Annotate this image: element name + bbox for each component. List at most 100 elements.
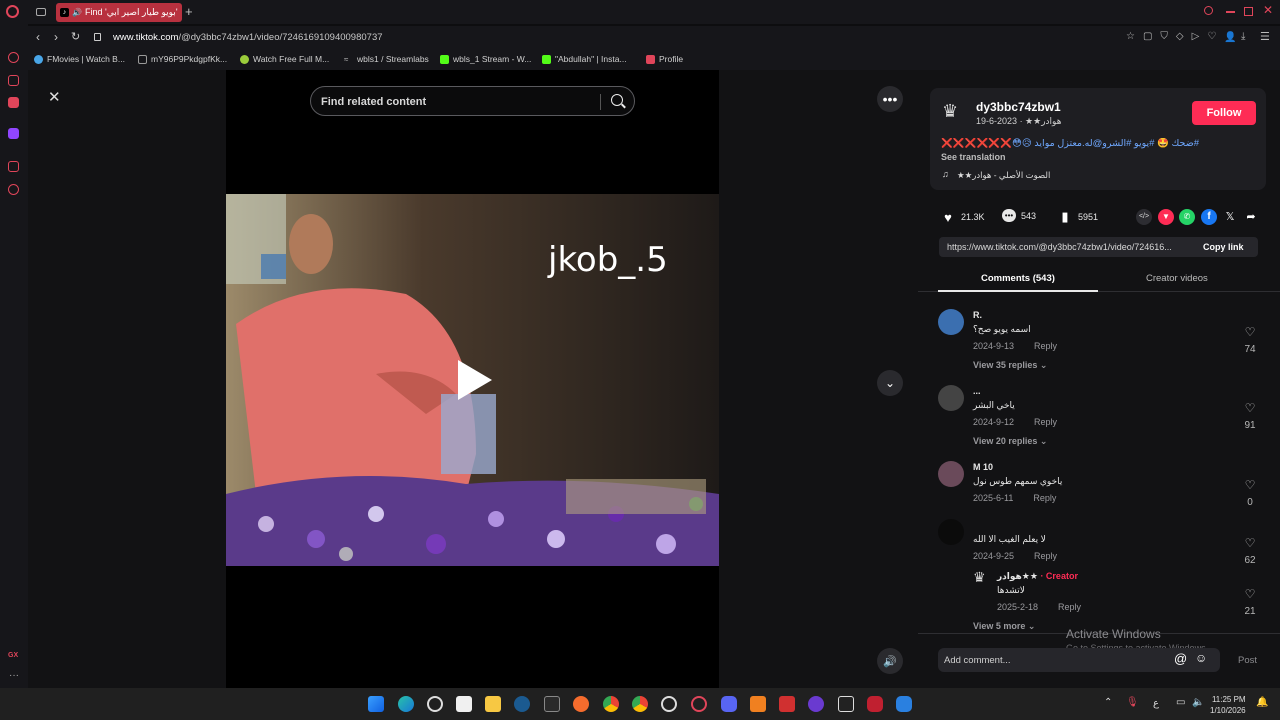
discord-icon[interactable] — [721, 696, 737, 712]
aria-icon[interactable] — [8, 75, 19, 86]
settings-gear-icon[interactable] — [427, 696, 443, 712]
edge-icon[interactable] — [398, 696, 414, 712]
bookmark-kick-stream[interactable]: wbls_1 Stream - W... — [440, 54, 531, 64]
comment-like[interactable]: ♡ 0 — [1238, 476, 1262, 508]
profile-icon[interactable]: 👤 — [1224, 32, 1236, 43]
settings-icon[interactable] — [8, 184, 19, 195]
close-video-icon[interactable]: ✕ — [48, 88, 61, 106]
back-icon[interactable]: ‹ — [36, 30, 40, 44]
app-blue-icon[interactable] — [896, 696, 912, 712]
creator-avatar[interactable]: ♛ — [973, 569, 986, 586]
comment-like[interactable]: ♡ 74 — [1238, 323, 1262, 355]
app-red-icon[interactable] — [779, 696, 795, 712]
commenter-name[interactable]: ... — [973, 386, 981, 396]
url-field[interactable]: www.tiktok.com/@dy3bbc74zbw1/video/72461… — [113, 32, 383, 43]
post-comment-button[interactable]: Post — [1238, 655, 1257, 666]
network-icon[interactable]: ▭ — [1176, 697, 1185, 708]
commenter-avatar[interactable] — [938, 519, 964, 545]
more-icon[interactable]: ··· — [9, 670, 19, 681]
gx-label[interactable]: GX — [8, 652, 18, 659]
origin-icon[interactable] — [573, 696, 589, 712]
tray-chevron-icon[interactable]: ⌃ — [1104, 697, 1112, 708]
tab-creator-videos[interactable]: Creator videos — [1146, 273, 1208, 284]
speaker-icon[interactable]: 🔊 — [72, 8, 82, 17]
forward-icon[interactable]: › — [54, 30, 58, 44]
media-player-icon[interactable] — [808, 696, 824, 712]
view-replies-button[interactable]: View 35 replies ⌄ — [973, 360, 1047, 371]
embed-icon[interactable]: </> — [1136, 209, 1152, 225]
file-explorer-icon[interactable] — [485, 696, 501, 712]
facebook-icon[interactable]: f — [1201, 209, 1217, 225]
heart-icon[interactable]: ♡ — [1245, 536, 1256, 550]
tab-overview-icon[interactable] — [36, 8, 46, 16]
sound-name[interactable]: الصوت الأصلي - هوادر★★ — [957, 170, 1050, 181]
related-search-input[interactable]: Find related content — [310, 86, 635, 116]
view-more-button[interactable]: View 5 more ⌄ — [973, 621, 1035, 632]
app-red-2-icon[interactable] — [867, 696, 883, 712]
video-link[interactable]: https://www.tiktok.com/@dy3bbc74zbw1/vid… — [947, 242, 1172, 252]
close-icon[interactable]: ✕ — [1263, 3, 1273, 17]
see-translation-link[interactable]: See translation — [941, 152, 1006, 162]
epic-games-icon[interactable] — [544, 696, 560, 712]
commenter-avatar[interactable] — [938, 461, 964, 487]
video-player[interactable]: jkob_.5 — [226, 194, 719, 566]
menu-icon[interactable]: ☰ — [1260, 30, 1270, 43]
reply-button[interactable]: Reply — [1033, 493, 1056, 503]
play-icon[interactable] — [458, 360, 492, 400]
play-icon[interactable]: ▷ — [1192, 31, 1208, 42]
comment-like[interactable]: ♡ 91 — [1238, 399, 1262, 431]
commenter-avatar[interactable] — [938, 385, 964, 411]
author-username[interactable]: dy3bbc74zbw1 — [976, 100, 1061, 114]
opera-logo-icon[interactable] — [6, 5, 19, 18]
reply-button[interactable]: Reply — [1034, 551, 1057, 561]
capcut-icon[interactable] — [838, 696, 854, 712]
bookmark-profile[interactable]: Profile — [646, 54, 683, 64]
taskbar-clock[interactable]: 11:25 PM 1/10/2026 — [1210, 694, 1246, 716]
like-stat[interactable]: ♥ 21.3K — [940, 209, 984, 225]
send-icon[interactable]: ▼ — [1158, 209, 1174, 225]
pinboard-icon[interactable] — [8, 161, 19, 172]
volume-tray-icon[interactable]: 🔈 — [1192, 697, 1204, 708]
save-stat[interactable]: ▮ 5951 — [1057, 209, 1098, 225]
store-icon[interactable] — [456, 696, 472, 712]
comment-like[interactable]: ♡ 62 — [1238, 534, 1262, 566]
x-twitter-icon[interactable]: 𝕏 — [1222, 209, 1238, 225]
author-avatar[interactable]: ♛ — [942, 101, 968, 125]
bookmark-watch-free[interactable]: Watch Free Full M... — [240, 54, 329, 64]
cube-icon[interactable]: ◇ — [1176, 31, 1192, 42]
minimize-icon[interactable] — [1226, 11, 1235, 13]
reply-button[interactable]: Reply — [1058, 602, 1081, 612]
language-indicator[interactable]: ع — [1153, 698, 1159, 709]
active-tab[interactable]: ♪ 🔊 Find 'بويو طيار اصير ابي' — [56, 3, 182, 22]
creator-name[interactable]: هوادر★★ · Creator — [997, 571, 1078, 582]
bookmark-icon[interactable]: ▮ — [1057, 209, 1073, 225]
commenter-avatar[interactable] — [938, 309, 964, 335]
search-tabs-icon[interactable] — [1204, 6, 1213, 15]
heart-icon[interactable]: ♡ — [1245, 478, 1256, 492]
messenger-icon[interactable] — [8, 97, 19, 108]
microphone-icon[interactable]: 🎙 — [1126, 697, 1139, 708]
vlc-icon[interactable] — [750, 696, 766, 712]
view-replies-button[interactable]: View 20 replies ⌄ — [973, 436, 1047, 447]
bookmark-streamlabs[interactable]: ≈ wbls1 / Streamlabs — [344, 54, 429, 64]
shield-icon[interactable]: ⛉ — [1160, 31, 1176, 42]
opera-gx-icon[interactable] — [691, 696, 707, 712]
volume-button[interactable]: 🔊 — [877, 648, 903, 674]
chrome-icon[interactable] — [603, 696, 619, 712]
commenter-name[interactable]: M 10 — [973, 462, 993, 472]
heart-icon[interactable]: ♡ — [1207, 31, 1224, 42]
follow-button[interactable]: Follow — [1192, 101, 1256, 125]
reply-button[interactable]: Reply — [1034, 417, 1057, 427]
emoji-icon[interactable]: ☺ — [1195, 651, 1207, 665]
notification-bell-icon[interactable]: 🔔 — [1256, 697, 1268, 708]
heart-icon[interactable]: ♡ — [1245, 401, 1256, 415]
heart-icon[interactable]: ♡ — [1245, 587, 1256, 601]
maximize-icon[interactable] — [1244, 7, 1253, 16]
bookmark-page-icon[interactable]: ☆ — [1126, 31, 1143, 42]
share-icon[interactable]: ➦ — [1243, 209, 1259, 225]
history-icon[interactable] — [8, 52, 19, 63]
bookmark-fmovies[interactable]: FMovies | Watch B... — [34, 54, 125, 64]
more-options-button[interactable]: ••• — [877, 86, 903, 112]
new-tab-button[interactable]: + — [185, 4, 193, 19]
reply-button[interactable]: Reply — [1034, 341, 1057, 351]
